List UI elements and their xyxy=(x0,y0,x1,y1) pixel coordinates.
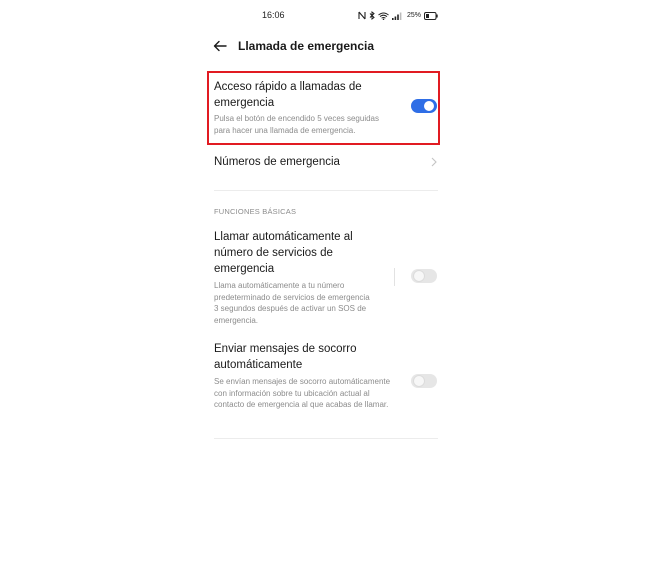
setting-auto-call[interactable]: Llamar automáticamente al número de serv… xyxy=(214,229,376,326)
divider xyxy=(214,190,438,191)
battery-percent: 25% xyxy=(406,12,421,19)
toggle-knob xyxy=(424,101,434,111)
auto-call-toggle[interactable] xyxy=(411,269,437,283)
toggle-knob xyxy=(414,271,424,281)
quick-access-toggle[interactable] xyxy=(411,99,437,113)
wifi-icon xyxy=(378,12,389,20)
page-title: Llamada de emergencia xyxy=(238,39,375,53)
bluetooth-icon xyxy=(369,11,375,20)
app-header: Llamada de emergencia xyxy=(212,36,438,56)
settings-screen: 16:06 25% Llamada de emergencia Acceso r… xyxy=(0,0,650,570)
nfc-icon xyxy=(358,11,366,20)
auto-sms-toggle[interactable] xyxy=(411,374,437,388)
toggle-knob xyxy=(414,376,424,386)
status-time: 16:06 xyxy=(262,10,285,20)
chevron-right-icon[interactable] xyxy=(430,157,438,167)
setting-description: Se envían mensajes de socorro automática… xyxy=(214,377,391,409)
setting-quick-access[interactable]: Acceso rápido a llamadas de emergencia P… xyxy=(214,79,394,136)
status-bar: 16:06 25% xyxy=(212,10,440,26)
status-icons: 25% xyxy=(358,11,438,20)
vertical-divider xyxy=(394,268,395,286)
back-button[interactable] xyxy=(212,38,228,54)
setting-title: Acceso rápido a llamadas de emergencia xyxy=(214,81,362,109)
arrow-left-icon[interactable] xyxy=(212,38,228,54)
setting-title: Números de emergencia xyxy=(214,156,340,168)
setting-description: Pulsa el botón de encendido 5 veces segu… xyxy=(214,114,380,135)
setting-title: Llamar automáticamente al número de serv… xyxy=(214,231,353,275)
divider xyxy=(214,438,438,439)
setting-emergency-numbers[interactable]: Números de emergencia xyxy=(214,154,438,170)
battery-icon xyxy=(424,11,438,20)
setting-description: Llama automáticamente a tu número predet… xyxy=(214,281,370,325)
setting-title: Enviar mensajes de socorro automáticamen… xyxy=(214,343,357,371)
setting-auto-sms[interactable]: Enviar mensajes de socorro automáticamen… xyxy=(214,341,394,411)
section-header: FUNCIONES BÁSICAS xyxy=(214,207,297,216)
signal-icon xyxy=(391,12,402,20)
